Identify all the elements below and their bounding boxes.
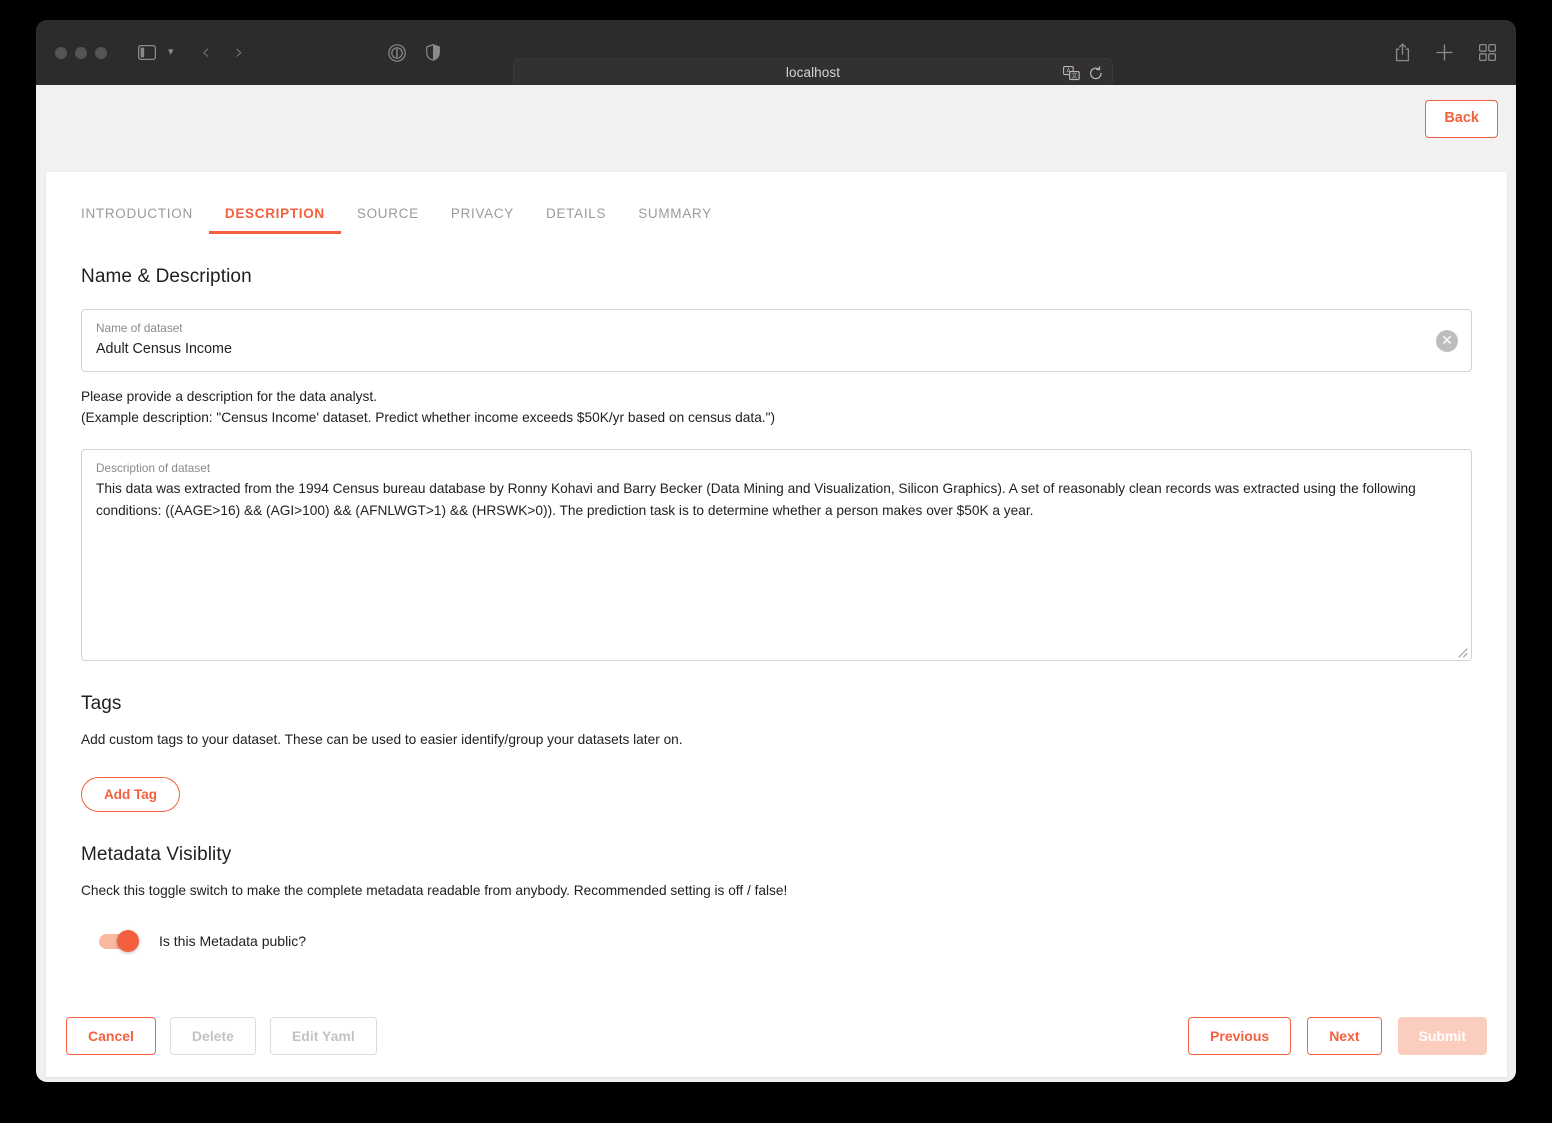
dataset-description-textarea[interactable]: Description of dataset This data was ext…	[81, 449, 1472, 661]
next-button[interactable]: Next	[1307, 1017, 1382, 1055]
window-traffic-lights	[55, 46, 107, 59]
tab-description[interactable]: DESCRIPTION	[208, 206, 341, 234]
privacy-shield-icon[interactable]	[426, 44, 441, 61]
tab-overview-icon[interactable]	[1479, 44, 1496, 61]
add-tag-button[interactable]: Add Tag	[81, 777, 180, 812]
metadata-visibility-helper-text: Check this toggle switch to make the com…	[81, 883, 788, 898]
maximize-window-button[interactable]	[95, 46, 107, 59]
browser-toolbar: ▾ ‹ › localhost A 文	[36, 20, 1516, 87]
tags-heading: Tags	[81, 693, 122, 714]
dataset-description-label: Description of dataset	[96, 461, 211, 475]
address-bar[interactable]: localhost A 文	[513, 58, 1113, 87]
metadata-public-toggle-row: Is this Metadata public?	[99, 929, 1472, 952]
minimize-window-button[interactable]	[75, 46, 87, 59]
metadata-visibility-heading: Metadata Visiblity	[81, 844, 232, 865]
resize-grip-icon[interactable]	[1454, 644, 1468, 658]
sidebar-icon[interactable]	[138, 45, 156, 60]
delete-button: Delete	[169, 1017, 256, 1055]
tab-introduction[interactable]: INTRODUCTION	[81, 206, 209, 234]
svg-text:文: 文	[1071, 72, 1077, 80]
forward-arrow-icon[interactable]: ›	[235, 42, 243, 63]
dataset-name-label: Name of dataset	[96, 321, 183, 335]
description-helper-line2: (Example description: "Census Income' da…	[81, 410, 776, 425]
submit-button: Submit	[1397, 1017, 1487, 1055]
wizard-card: INTRODUCTION DESCRIPTION SOURCE PRIVACY …	[46, 172, 1507, 1077]
footer-right-actions: Previous Next Submit	[1188, 1017, 1487, 1055]
cancel-button[interactable]: Cancel	[66, 1017, 156, 1055]
reader-mode-icon[interactable]	[388, 43, 407, 62]
share-icon[interactable]	[1395, 43, 1410, 62]
footer-left-actions: Cancel Delete Edit Yaml	[66, 1017, 377, 1055]
tab-privacy[interactable]: PRIVACY	[435, 206, 530, 234]
wizard-tabs: INTRODUCTION DESCRIPTION SOURCE PRIVACY …	[81, 172, 1472, 234]
close-window-button[interactable]	[55, 46, 67, 59]
browser-window: ▾ ‹ › localhost A 文 Back INTRODUCTION DE…	[36, 20, 1516, 1082]
metadata-public-toggle[interactable]	[99, 929, 139, 952]
reload-icon[interactable]	[1089, 66, 1103, 81]
name-description-heading: Name & Description	[81, 266, 252, 287]
tab-summary[interactable]: SUMMARY	[622, 206, 728, 234]
address-bar-actions: A 文	[1063, 59, 1103, 88]
tab-details[interactable]: DETAILS	[530, 206, 622, 234]
description-helper-line1: Please provide a description for the dat…	[81, 389, 377, 404]
toggle-knob	[117, 929, 139, 952]
chevron-down-icon[interactable]: ▾	[168, 47, 174, 58]
dataset-name-value: Adult Census Income	[96, 341, 232, 357]
clear-circle-icon[interactable]: ✕	[1436, 329, 1458, 352]
wizard-footer: Cancel Delete Edit Yaml Previous Next Su…	[66, 1017, 1487, 1055]
toolbar-mid-icons	[388, 43, 441, 62]
page-header: Back	[36, 85, 1516, 152]
back-arrow-icon[interactable]: ‹	[202, 42, 210, 63]
nav-arrows: ‹ ›	[202, 42, 244, 63]
back-button[interactable]: Back	[1425, 99, 1498, 138]
plus-icon[interactable]	[1436, 44, 1453, 61]
tab-source[interactable]: SOURCE	[341, 206, 435, 234]
toolbar-right-icons	[1395, 20, 1496, 85]
dataset-name-input[interactable]: Name of dataset Adult Census Income ✕	[81, 309, 1472, 372]
page-content: Back INTRODUCTION DESCRIPTION SOURCE PRI…	[36, 85, 1516, 1082]
previous-button[interactable]: Previous	[1188, 1017, 1292, 1055]
edit-yaml-button: Edit Yaml	[269, 1017, 377, 1055]
address-bar-url: localhost	[785, 65, 841, 80]
translate-icon[interactable]: A 文	[1063, 66, 1080, 81]
dataset-description-value: This data was extracted from the 1994 Ce…	[96, 481, 1416, 518]
description-helper-text: Please provide a description for the dat…	[81, 386, 1472, 428]
metadata-public-toggle-label: Is this Metadata public?	[159, 933, 307, 949]
tags-helper-text: Add custom tags to your dataset. These c…	[81, 732, 683, 747]
